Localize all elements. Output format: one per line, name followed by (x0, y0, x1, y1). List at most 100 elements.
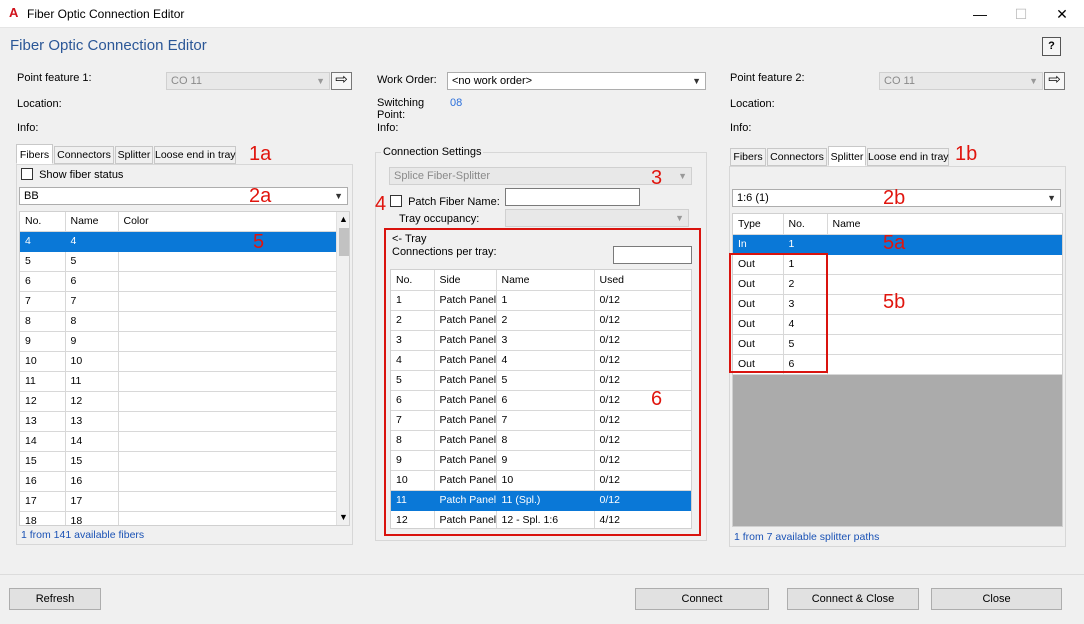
annotation-2a: 2a (249, 185, 272, 207)
column-header-name[interactable]: Name (827, 214, 1062, 235)
tab-splitter-left[interactable]: Splitter (115, 146, 153, 164)
button-bar (0, 574, 1084, 624)
table-row[interactable]: 15 15 (20, 451, 337, 472)
chevron-down-icon[interactable]: ▼ (339, 512, 348, 522)
maximize-button[interactable]: ☐ (1011, 4, 1031, 24)
table-row[interactable]: 17 17 (20, 491, 337, 512)
switching-point-value[interactable]: 08 (450, 97, 462, 109)
table-row[interactable]: 11 11 (20, 371, 337, 392)
tray-back-link[interactable]: <- Tray (392, 233, 427, 245)
table-row[interactable]: 7 Patch Panel 7 0/12 (391, 410, 691, 431)
annotation-5b: 5b (883, 291, 906, 313)
minimize-button[interactable]: — (970, 4, 990, 24)
tab-fibers-left[interactable]: Fibers (16, 144, 53, 164)
close-window-button[interactable]: ✕ (1052, 4, 1072, 24)
chevron-down-icon: ▼ (692, 76, 701, 86)
connect-close-button[interactable]: Connect & Close (787, 588, 919, 610)
annotation-3: 3 (651, 167, 663, 189)
point-feature-2-label: Point feature 2: (730, 72, 805, 84)
connect-button[interactable]: Connect (635, 588, 769, 610)
table-row[interactable]: 8 Patch Panel 8 0/12 (391, 430, 691, 451)
table-row[interactable]: 13 13 (20, 411, 337, 432)
tray-occupancy-select[interactable]: ▼ (505, 209, 689, 227)
table-row[interactable]: 18 18 (20, 511, 337, 525)
table-row[interactable]: 16 16 (20, 471, 337, 492)
table-row[interactable]: 3 Patch Panel 3 0/12 (391, 330, 691, 351)
chevron-up-icon[interactable]: ▲ (339, 214, 348, 224)
scrollbar-thumb[interactable] (339, 228, 349, 256)
point-feature-1-label: Point feature 1: (17, 72, 92, 84)
fibers-status-text: 1 from 141 available fibers (21, 529, 145, 541)
chevron-down-icon: ▼ (678, 171, 687, 181)
table-row[interactable]: 77 (20, 291, 337, 312)
tab-fibers-right[interactable]: Fibers (730, 148, 766, 166)
cable-select[interactable]: BB ▼ (19, 187, 348, 205)
table-row[interactable]: 66 (20, 271, 337, 292)
table-row[interactable]: 2 Patch Panel 2 0/12 (391, 310, 691, 331)
tab-loose-end-left[interactable]: Loose end in tray (154, 146, 236, 164)
switching-point-label: Switching Point: (377, 97, 425, 121)
annotation-5a: 5a (883, 232, 906, 254)
column-header-name[interactable]: Name (496, 270, 595, 291)
splitter-value: 1:6 (1) (737, 192, 769, 204)
table-row[interactable]: 12 Patch Panel 12 - Spl. 1:6 4/12 (391, 510, 691, 528)
fibers-scrollbar[interactable]: ▲ ▼ (336, 212, 349, 525)
chevron-down-icon: ▼ (334, 191, 343, 201)
chevron-down-icon: ▼ (1029, 76, 1038, 86)
table-row[interactable]: 10 10 (20, 351, 337, 372)
refresh-button[interactable]: Refresh (9, 588, 101, 610)
info-label-right: Info: (730, 122, 752, 134)
patch-fiber-name-input[interactable] (505, 188, 640, 206)
table-row[interactable]: 1 Patch Panel 1 0/12 (391, 290, 691, 311)
table-row[interactable]: 12 12 (20, 391, 337, 412)
show-fiber-status-checkbox[interactable]: Show fiber status (21, 168, 123, 183)
info-label-left: Info: (17, 122, 39, 134)
table-row[interactable]: 10 Patch Panel 10 0/12 (391, 470, 691, 491)
table-row[interactable]: 4 Patch Panel 4 0/12 (391, 350, 691, 371)
tab-loose-end-right[interactable]: Loose end in tray (867, 148, 949, 166)
work-order-label: Work Order: (377, 74, 437, 86)
connection-type-select[interactable]: Splice Fiber-Splitter ▼ (389, 167, 692, 185)
work-order-value: <no work order> (452, 75, 533, 87)
column-header-no[interactable]: No. (20, 212, 66, 232)
column-header-no[interactable]: No. (391, 270, 435, 291)
out-ports-highlight-box (729, 253, 828, 373)
tab-connectors-right[interactable]: Connectors (767, 148, 827, 166)
point-feature-2-select[interactable]: CO 11 ▼ (879, 72, 1043, 90)
column-header-no[interactable]: No. (783, 214, 828, 235)
table-row[interactable]: 44 (20, 231, 337, 252)
table-row[interactable]: 5 Patch Panel 5 0/12 (391, 370, 691, 391)
close-button[interactable]: Close (931, 588, 1062, 610)
column-header-used[interactable]: Used (594, 270, 691, 291)
column-header-color[interactable]: Color (118, 212, 337, 232)
arrow-right-icon: ⇨ (1048, 71, 1061, 88)
annotation-1b: 1b (955, 143, 978, 165)
location-label-left: Location: (17, 98, 62, 110)
table-row[interactable]: 55 (20, 251, 337, 272)
table-row[interactable]: 11 Patch Panel 11 (Spl.) 0/12 (391, 490, 691, 511)
point-feature-1-select[interactable]: CO 11 ▼ (166, 72, 330, 90)
checkbox-box[interactable] (390, 195, 402, 207)
point-feature-1-goto-button[interactable]: ⇨ (331, 72, 352, 90)
column-header-name[interactable]: Name (65, 212, 119, 232)
tab-connectors-left[interactable]: Connectors (54, 146, 114, 164)
work-order-select[interactable]: <no work order> ▼ (447, 72, 706, 90)
tab-splitter-right[interactable]: Splitter (828, 146, 866, 166)
point-feature-2-goto-button[interactable]: ⇨ (1044, 72, 1065, 90)
table-row[interactable]: 88 (20, 311, 337, 332)
checkbox-box[interactable] (21, 168, 33, 180)
patch-fiber-name-label: Patch Fiber Name: (408, 196, 500, 208)
chevron-down-icon: ▼ (1047, 193, 1056, 203)
column-header-side[interactable]: Side (434, 270, 497, 291)
table-row[interactable]: 99 (20, 331, 337, 352)
column-header-type[interactable]: Type (733, 214, 784, 235)
patch-fiber-name-checkbox[interactable]: Patch Fiber Name: (390, 195, 500, 210)
help-button[interactable]: ? (1042, 37, 1061, 56)
tray-occupancy-label: Tray occupancy: (399, 213, 480, 225)
connections-per-tray-input[interactable] (613, 246, 692, 264)
table-row[interactable]: 6 Patch Panel 6 0/12 (391, 390, 691, 411)
point-feature-2-value: CO 11 (884, 75, 915, 87)
cable-value: BB (24, 190, 39, 202)
table-row[interactable]: 14 14 (20, 431, 337, 452)
table-row[interactable]: 9 Patch Panel 9 0/12 (391, 450, 691, 471)
